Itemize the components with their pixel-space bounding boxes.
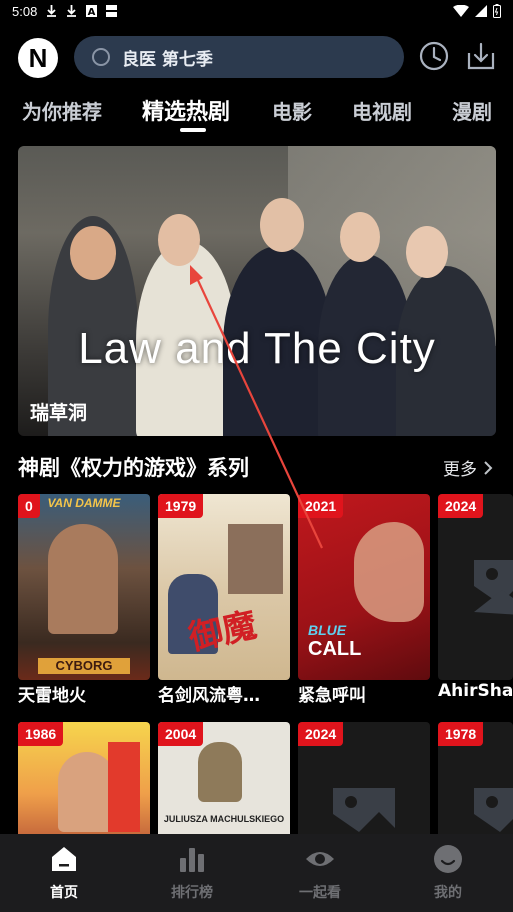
tab-tv-series[interactable]: 电视剧 [352, 96, 412, 125]
poster-card[interactable]: 2024 [298, 722, 430, 842]
download-icon [47, 5, 57, 17]
poster-card[interactable]: 2024 [438, 494, 513, 680]
poster-card[interactable]: BLUE CALL 2021 [298, 494, 430, 680]
year-badge: 1978 [438, 722, 484, 746]
tab-movies[interactable]: 电影 [272, 96, 312, 125]
nav-ranking[interactable]: 排行榜 [152, 844, 232, 902]
banner-title: Law and The City [78, 324, 436, 373]
poster-card[interactable]: JULIUSZA MACHULSKIEGO 2004 [158, 722, 290, 842]
more-label: 更多 [443, 460, 477, 480]
font-icon: A [86, 5, 98, 17]
poster-art-text: BLUE [308, 622, 347, 638]
bottom-nav: 首页 排行榜 一起看 我的 [0, 834, 513, 912]
poster-art-text [108, 742, 140, 832]
poster-art-text: VAN DAMME [47, 496, 121, 510]
year-badge: 1979 [158, 494, 204, 518]
chart-icon [180, 848, 204, 872]
wifi-icon [453, 5, 469, 17]
nav-label: 一起看 [299, 885, 341, 901]
banner-figure [260, 198, 304, 252]
poster-figure [354, 522, 424, 622]
banner-figure [340, 212, 380, 262]
poster-card[interactable]: 御魔 1979 [158, 494, 290, 680]
eye-icon [306, 852, 334, 866]
nav-watch-together[interactable]: 一起看 [280, 844, 360, 902]
history-icon[interactable] [419, 41, 449, 71]
active-tab-indicator [180, 128, 206, 132]
year-badge: 2021 [298, 494, 344, 518]
banner-caption: 瑞草洞 [30, 402, 88, 424]
poster-title[interactable]: 天雷地火 [18, 681, 150, 706]
image-placeholder-icon [474, 560, 513, 615]
year-badge: 2004 [158, 722, 204, 746]
category-tabs: 为你推荐 精选热剧 电影 电视剧 漫剧 [0, 92, 513, 138]
status-time: 5:08 [12, 3, 38, 19]
poster-card[interactable]: VAN DAMME CYBORG 0 [18, 494, 150, 680]
search-bar[interactable]: 良医 第七季 [74, 36, 404, 78]
download-icon[interactable] [466, 41, 496, 71]
chevron-right-icon [484, 460, 493, 475]
poster-title[interactable]: 名剑风流粤… [158, 681, 290, 706]
poster-title[interactable]: 紧急呼叫 [298, 681, 430, 706]
poster-figure [48, 524, 118, 634]
poster-art-text: CYBORG [38, 658, 130, 674]
nav-label: 排行榜 [171, 885, 213, 901]
year-badge: 1986 [18, 722, 64, 746]
year-badge: 0 [18, 494, 40, 518]
poster-card[interactable]: 1978 [438, 722, 513, 842]
year-badge: 2024 [298, 722, 344, 746]
search-icon [92, 48, 110, 66]
year-badge: 2024 [438, 494, 484, 518]
featured-banner[interactable]: Law and The City 瑞草洞 [18, 146, 496, 436]
battery-icon [493, 4, 501, 18]
banner-figure [158, 214, 200, 266]
app-logo[interactable]: N [18, 38, 58, 78]
logo-letter: N [28, 42, 48, 73]
profile-icon [434, 845, 462, 873]
poster-photo [228, 524, 283, 594]
poster-art-text: JULIUSZA MACHULSKIEGO [163, 814, 285, 824]
more-link[interactable]: 更多 [443, 455, 493, 480]
tab-featured[interactable]: 精选热剧 [142, 94, 230, 126]
poster-card[interactable]: 1986 [18, 722, 150, 842]
poster-figure [198, 742, 242, 802]
download-icon [67, 5, 77, 17]
app-header: N 良医 第七季 [0, 22, 513, 92]
banner-figure [70, 226, 116, 280]
sim-icon [106, 5, 118, 17]
poster-art-text: CALL [308, 638, 362, 660]
tab-comics[interactable]: 漫剧 [452, 96, 492, 125]
banner-figure [406, 226, 448, 278]
nav-profile[interactable]: 我的 [408, 844, 488, 902]
nav-label: 我的 [434, 885, 462, 901]
svg-text:A: A [88, 7, 96, 17]
section-title: 神剧《权力的游戏》系列 [18, 456, 249, 480]
nav-label: 首页 [50, 885, 78, 901]
signal-icon [475, 5, 487, 17]
search-input[interactable]: 良医 第七季 [122, 45, 213, 70]
status-bar: 5:08 A [0, 0, 513, 22]
tab-recommend[interactable]: 为你推荐 [22, 96, 102, 125]
nav-home[interactable]: 首页 [24, 844, 104, 902]
poster-title[interactable]: AhirSha [438, 681, 513, 701]
home-icon [52, 847, 76, 871]
